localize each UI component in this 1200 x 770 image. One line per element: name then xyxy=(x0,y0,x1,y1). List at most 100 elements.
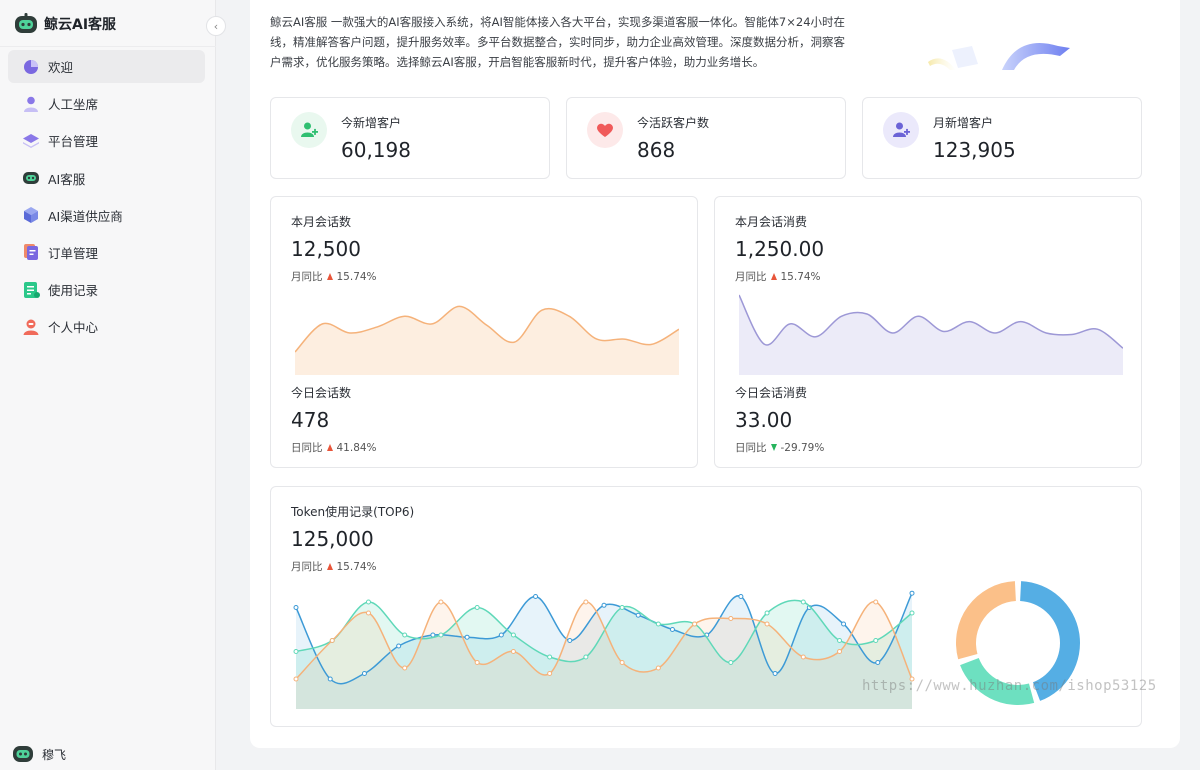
trend-up-icon xyxy=(770,273,777,280)
token-data-point xyxy=(837,649,843,654)
sidebar-item-welcome[interactable]: 欢迎 xyxy=(8,50,205,83)
token-data-point xyxy=(365,599,371,605)
user-name: 穆飞 xyxy=(42,747,67,762)
compare-value: -29.79% xyxy=(780,441,825,454)
cube-icon xyxy=(24,207,38,224)
compare-value: 41.84% xyxy=(336,441,377,454)
compare-value: 15.74% xyxy=(336,560,377,573)
sidebar-item-label: AI客服 xyxy=(48,171,86,187)
heart-icon xyxy=(597,123,613,137)
avatar xyxy=(13,746,33,762)
metric-value: 1,250.00 xyxy=(735,237,825,261)
token-data-point xyxy=(583,654,589,660)
compare-value: 15.74% xyxy=(336,270,377,283)
sidebar-item-label: 欢迎 xyxy=(48,60,74,75)
sidebar-item-agents[interactable]: 人工坐席 xyxy=(8,87,205,120)
stat-label: 月新增客户 xyxy=(933,116,994,130)
intro-text: 鲸云AI客服 一款强大的AI客服接入系统，将AI智能体接入各大平台，实现多渠道客… xyxy=(270,15,846,69)
metric-compare: 日同比 -29.79% xyxy=(735,440,824,455)
watermark: https://www.huzhan.com/ishop53125 xyxy=(862,678,1157,694)
sidebar-item-label: 使用记录 xyxy=(48,283,99,299)
token-data-point xyxy=(438,599,444,605)
stat-label: 今新增客户 xyxy=(341,116,402,130)
token-data-point xyxy=(547,654,553,660)
robot-icon xyxy=(23,172,39,185)
metric-compare: 月同比 15.74% xyxy=(735,269,821,284)
donut-slice xyxy=(956,581,1016,660)
collapse-sidebar-button[interactable]: ‹ xyxy=(206,16,226,36)
sidebar-item-profile[interactable]: 个人中心 xyxy=(8,310,205,343)
stat-card-new-customers: 今新增客户 60,198 xyxy=(270,97,550,179)
sidebar-item-ai-provider[interactable]: AI渠道供应商 xyxy=(8,199,205,232)
stat-value: 123,905 xyxy=(933,138,1016,162)
token-data-point xyxy=(438,632,444,638)
metric-value: 125,000 xyxy=(291,527,374,551)
pie-chart-icon xyxy=(24,59,38,74)
token-data-point xyxy=(841,621,847,627)
token-data-point xyxy=(764,621,770,627)
token-data-point xyxy=(873,638,879,643)
person-icon xyxy=(24,96,38,112)
metric-compare: 月同比 15.74% xyxy=(291,269,377,284)
trend-up-icon xyxy=(326,563,333,570)
token-data-point xyxy=(329,638,335,643)
stat-icon-badge xyxy=(883,112,919,148)
consumption-area-chart xyxy=(739,294,1123,375)
sidebar-item-label: AI渠道供应商 xyxy=(48,208,123,224)
token-data-point xyxy=(635,612,641,618)
consumption-card: 本月会话消费 1,250.00 月同比 15.74% 今日会话消费 33.00 … xyxy=(714,196,1142,468)
token-data-point xyxy=(655,665,661,671)
metric-value: 33.00 xyxy=(735,408,793,432)
sidebar-divider xyxy=(0,46,216,47)
sidebar-item-usage[interactable]: 使用记录 xyxy=(8,273,205,306)
token-data-point xyxy=(655,621,661,627)
token-data-point xyxy=(772,671,778,676)
token-data-point xyxy=(583,599,589,605)
decorative-illustration xyxy=(928,43,1070,70)
sessions-area-chart xyxy=(295,305,679,375)
token-data-point xyxy=(728,616,734,621)
sidebar-item-orders[interactable]: 订单管理 xyxy=(8,236,205,269)
token-data-point xyxy=(800,654,806,660)
compare-label: 日同比 xyxy=(291,442,323,454)
metric-compare: 日同比 41.84% xyxy=(291,440,377,455)
metric-label: 今日会话消费 xyxy=(735,386,808,400)
brand[interactable]: 鲸云AI客服 xyxy=(14,12,116,36)
token-data-point xyxy=(738,594,744,599)
layers-icon xyxy=(23,133,39,148)
token-data-point xyxy=(474,605,480,610)
sidebar-item-label: 平台管理 xyxy=(48,134,99,150)
token-data-point xyxy=(293,605,299,610)
token-data-point xyxy=(619,605,625,610)
trend-up-icon xyxy=(326,273,333,280)
token-data-point xyxy=(837,638,843,643)
token-data-point xyxy=(567,638,573,643)
add-user-icon xyxy=(893,122,910,137)
token-data-point xyxy=(873,599,879,605)
sidebar-nav: 欢迎 人工坐席 平台管理 AI客服 AI渠道供应商 订单管理 使用记录 个人中心 xyxy=(8,50,205,348)
token-data-point xyxy=(909,610,915,616)
metric-value: 12,500 xyxy=(291,237,361,261)
token-data-point xyxy=(669,627,675,632)
user-profile[interactable]: 穆飞 xyxy=(12,744,66,764)
sidebar-item-ai-service[interactable]: AI客服 xyxy=(8,162,205,195)
compare-label: 月同比 xyxy=(291,271,323,283)
metric-label: Token使用记录(TOP6) xyxy=(291,505,415,519)
sessions-card: 本月会话数 12,500 月同比 15.74% 今日会话数 478 日同比 41… xyxy=(270,196,698,468)
stat-card-monthly-customers: 月新增客户 123,905 xyxy=(862,97,1142,179)
token-data-point xyxy=(361,671,367,676)
token-data-point xyxy=(365,610,371,616)
sidebar-item-label: 人工坐席 xyxy=(48,97,99,113)
add-user-icon xyxy=(301,122,318,137)
token-data-point xyxy=(498,632,504,638)
token-data-point xyxy=(396,643,402,649)
token-data-point xyxy=(909,590,915,596)
token-data-point xyxy=(510,649,516,654)
metric-label: 本月会话消费 xyxy=(735,215,808,229)
sidebar-item-platform[interactable]: 平台管理 xyxy=(8,124,205,157)
stat-label: 今活跃客户数 xyxy=(637,116,710,130)
robot-logo-icon xyxy=(15,13,37,33)
chevron-left-icon: ‹ xyxy=(213,19,219,33)
token-data-point xyxy=(402,665,408,671)
stat-card-active-customers: 今活跃客户数 868 xyxy=(566,97,846,179)
